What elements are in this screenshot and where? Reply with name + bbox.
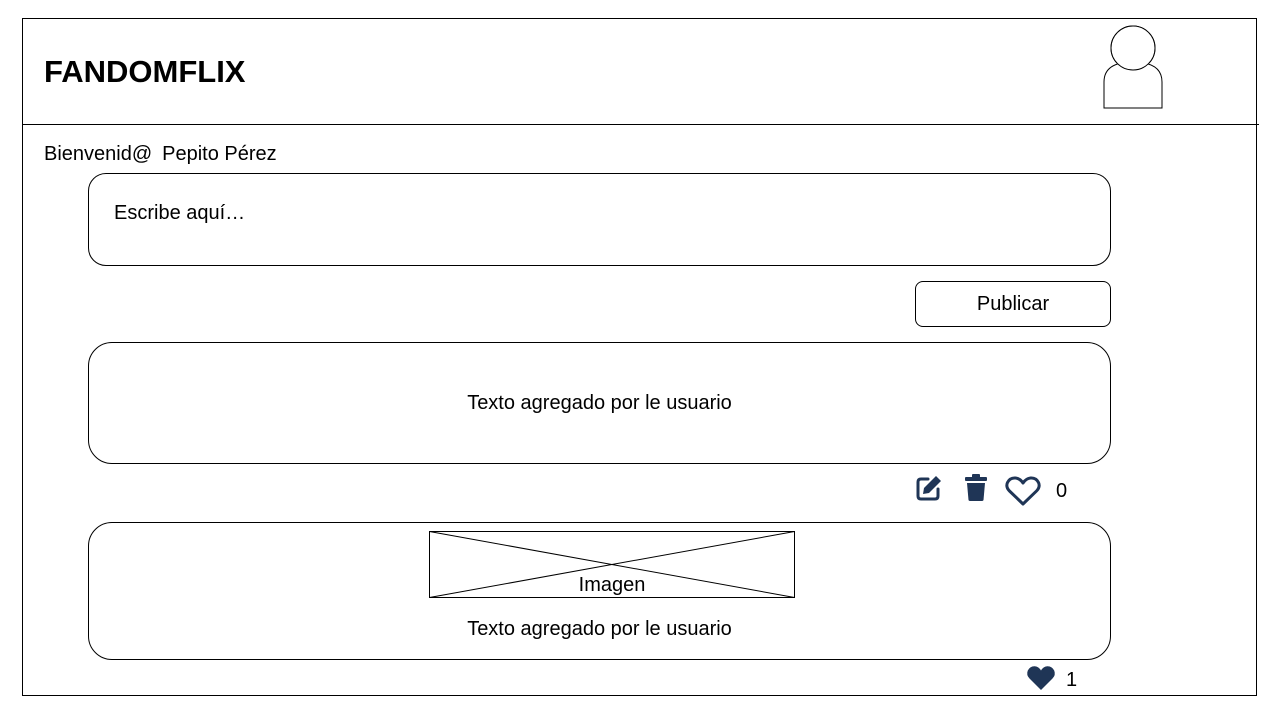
welcome-greeting: Bienvenid@ — [44, 143, 153, 165]
post-text: Texto agregado por le usuario — [467, 392, 732, 414]
post-image-placeholder: Imagen — [429, 531, 795, 598]
post-compose-input[interactable]: Escribe aquí… — [88, 173, 1111, 266]
compose-placeholder: Escribe aquí… — [114, 202, 246, 224]
brand-logo[interactable]: FANDOMFLIX — [44, 52, 246, 92]
post-card: Texto agregado por le usuario — [88, 342, 1111, 464]
image-label: Imagen — [578, 574, 646, 596]
heart-outline-icon[interactable] — [1005, 476, 1041, 506]
like-count: 1 — [1066, 669, 1078, 691]
post-text: Texto agregado por le usuario — [467, 618, 732, 640]
heart-filled-icon[interactable] — [1026, 665, 1056, 691]
welcome-message: Bienvenid@ Pepito Pérez — [44, 141, 277, 167]
user-name: Pepito Pérez — [162, 143, 277, 165]
edit-icon[interactable] — [915, 474, 943, 502]
like-count: 0 — [1056, 480, 1068, 502]
publish-button[interactable]: Publicar — [915, 281, 1111, 327]
user-avatar-icon[interactable] — [1102, 25, 1164, 111]
trash-icon[interactable] — [963, 474, 989, 502]
post-card: Imagen Texto agregado por le usuario — [88, 522, 1111, 660]
